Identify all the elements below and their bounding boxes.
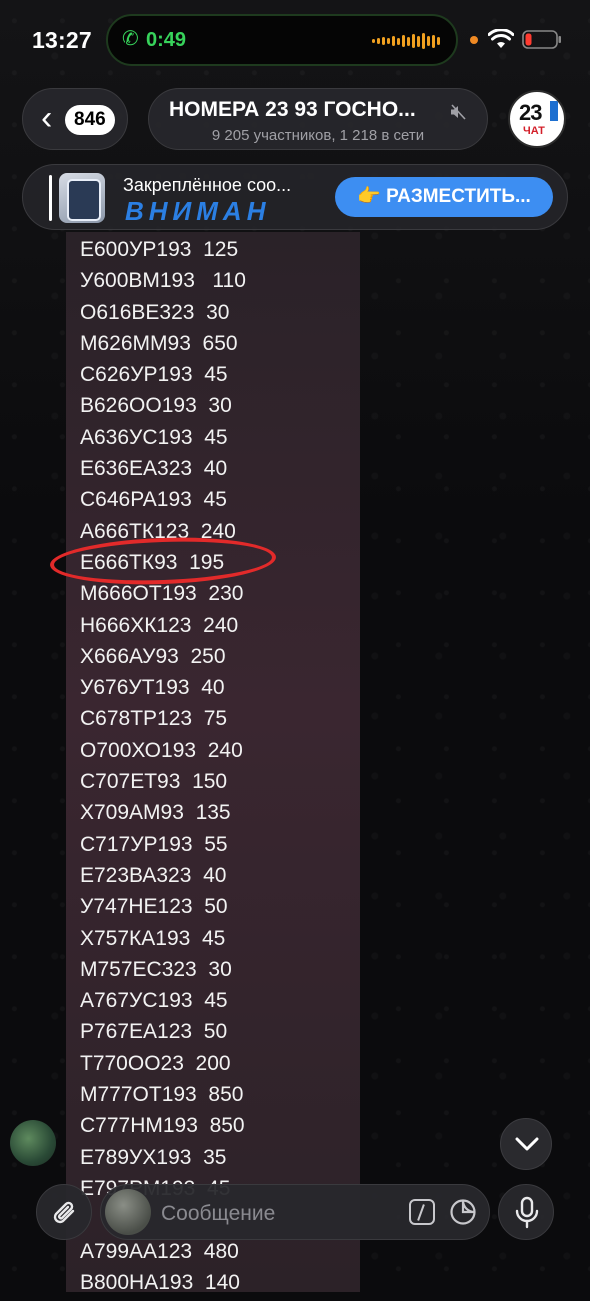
plate-row: Х757КА193 45: [80, 926, 226, 950]
plate-row: У747НЕ123 50: [80, 895, 228, 919]
plate-row: С678ТР123 75: [80, 707, 228, 731]
status-bar: 13:27 ✆ 0:49: [0, 0, 590, 80]
plate-row: Н666ХК123 240: [80, 613, 239, 637]
send-as-avatar[interactable]: [105, 1189, 151, 1235]
message-composer: [0, 1184, 590, 1244]
status-time: 13:27: [32, 27, 92, 53]
plate-row: О616ВЕ323 30: [80, 300, 230, 324]
active-call-pill[interactable]: ✆ 0:49: [106, 14, 458, 66]
chevron-down-icon: [515, 1137, 539, 1151]
avatar-flag-icon: [550, 101, 558, 121]
plate-row: В626ОО193 30: [80, 394, 232, 418]
pinned-text: ВНИМАН: [125, 196, 271, 226]
chat-title: НОМЕРА 23 93 ГОСНО...: [169, 98, 416, 121]
commands-icon[interactable]: [409, 1199, 435, 1225]
call-timer: 0:49: [146, 29, 187, 51]
plate-row: Е723ВА323 40: [80, 863, 227, 887]
plate-row: В800НА193 140: [80, 1270, 240, 1294]
chat-header: ‹ 846 НОМЕРА 23 93 ГОСНО... 9 205 участн…: [0, 84, 590, 156]
chat-member-count: 9 205 участников, 1 218 в сети: [211, 127, 425, 144]
chevron-left-icon: ‹: [41, 99, 53, 137]
plate-row: М757ЕС323 30: [80, 957, 232, 981]
pinned-thumbnail: [59, 173, 105, 223]
plate-row: Х666АУ93 250: [80, 644, 226, 668]
plate-row: У676УТ193 40: [80, 676, 225, 700]
sticker-icon[interactable]: [449, 1198, 477, 1226]
plate-row: С707ЕТ93 150: [80, 770, 228, 794]
wifi-icon: [488, 29, 514, 48]
microphone-icon: [515, 1196, 539, 1229]
plate-row: М626ММ93 650: [80, 331, 238, 355]
message-input[interactable]: [159, 1197, 393, 1231]
pinned-label: Закреплённое соо...: [123, 175, 292, 195]
paperclip-icon: [53, 1201, 75, 1224]
plate-row: Е600УР193 125: [80, 238, 239, 261]
battery-icon: [522, 30, 561, 49]
chat-title-area[interactable]: НОМЕРА 23 93 ГОСНО... 9 205 участников, …: [148, 88, 488, 150]
sender-avatar[interactable]: [10, 1120, 56, 1166]
plate-row: Р767ЕА123 50: [80, 1020, 228, 1044]
plate-row: С777НМ193 850: [80, 1114, 245, 1138]
scroll-down-button[interactable]: [500, 1118, 552, 1170]
avatar-number: 23: [519, 100, 543, 125]
plate-row: А636УС193 45: [80, 425, 228, 449]
plate-row: У600ВМ193 110: [80, 269, 246, 293]
chat-avatar[interactable]: 23 ЧАТ: [508, 90, 566, 148]
plate-row: А767УС193 45: [80, 989, 228, 1013]
plate-list: Е600УР193 125 У600ВМ193 110 О616ВЕ323 30 М6…: [80, 232, 350, 1296]
plate-row: С717УР193 55: [80, 832, 228, 856]
plate-row: Т770ОО23 200: [80, 1051, 231, 1075]
plate-row: Х709АМ93 135: [80, 801, 231, 825]
pinned-indicator: [49, 175, 52, 221]
plate-row: С626УР193 45: [80, 363, 228, 387]
avatar-label: ЧАТ: [523, 125, 545, 137]
pinned-message-bar[interactable]: Закреплённое соо... ВНИМАН 👉 РАЗМЕСТИТЬ.…: [22, 164, 568, 230]
plate-row: Е789УХ193 35: [80, 1145, 227, 1169]
plate-row: Е636ЕА323 40: [80, 457, 228, 481]
plate-row: М777ОТ193 850: [80, 1083, 244, 1107]
muted-speaker-icon: [451, 104, 466, 120]
back-button[interactable]: ‹ 846: [22, 88, 128, 150]
plate-row: С646РА193 45: [80, 488, 227, 512]
audio-wave-icon: [372, 32, 440, 50]
message-input-container: [100, 1184, 490, 1240]
phone-icon: ✆: [122, 28, 139, 50]
voice-record-button[interactable]: [498, 1184, 554, 1240]
attach-button[interactable]: [36, 1184, 92, 1240]
plate-row: О700ХО193 240: [80, 738, 243, 762]
unread-count-badge: 846: [65, 105, 115, 135]
recording-dot-icon: [470, 36, 478, 44]
place-ad-button[interactable]: 👉 РАЗМЕСТИТЬ...: [335, 177, 553, 217]
